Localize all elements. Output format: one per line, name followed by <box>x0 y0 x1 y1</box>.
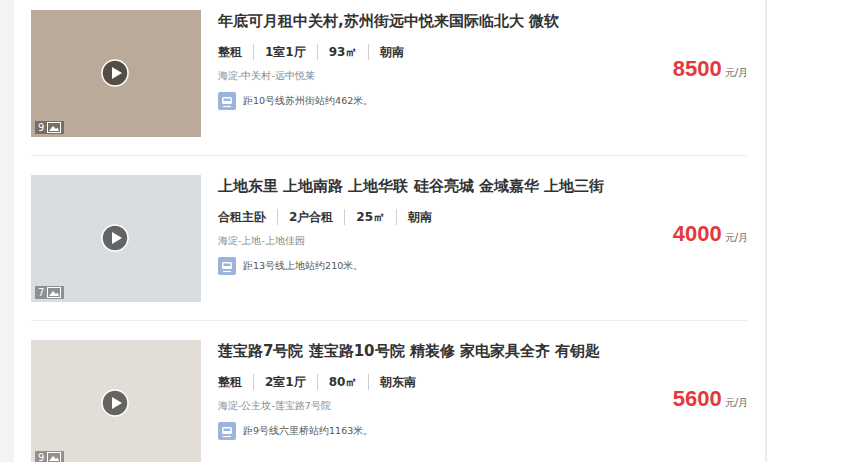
listing-tag: 朝东南 <box>368 374 427 390</box>
listing-price: 5600元/月 <box>673 386 748 412</box>
listing-row[interactable]: 9 莲宝路7号院 莲宝路10号院 精装修 家电家具全齐 有钥匙整租2室1厅80㎡朝… <box>31 321 748 462</box>
subway-info: 距9号线六里桥站约1163米。 <box>218 422 673 440</box>
sidebar <box>767 0 865 462</box>
listing-info: 上地东里 上地南路 上地华联 硅谷亮城 金域嘉华 上地三街合租主卧2户合租25㎡… <box>218 175 673 302</box>
subway-icon <box>218 257 236 275</box>
listing-tag: 1室1厅 <box>253 44 317 60</box>
listing-info: 年底可月租中关村,苏州街远中悦来国际临北大 微软整租1室1厅93㎡朝南海淀-中关… <box>218 10 673 137</box>
listing-tag: 80㎡ <box>317 374 369 390</box>
listing-location[interactable]: 海淀-上地-上地佳园 <box>218 234 673 248</box>
listing-tag: 朝南 <box>368 44 415 60</box>
listing-panel: 9年底可月租中关村,苏州街远中悦来国际临北大 微软整租1室1厅93㎡朝南海淀-中… <box>14 0 765 462</box>
play-icon[interactable] <box>101 389 129 417</box>
listing-info: 莲宝路7号院 莲宝路10号院 精装修 家电家具全齐 有钥匙整租2室1厅80㎡朝东… <box>218 340 673 462</box>
photo-count: 9 <box>35 451 64 462</box>
listing-tag: 93㎡ <box>317 44 369 60</box>
listing-tag: 整租 <box>218 374 253 390</box>
listing-tag: 朝南 <box>396 209 443 225</box>
photo-count-number: 7 <box>38 287 44 298</box>
listing-title[interactable]: 年底可月租中关村,苏州街远中悦来国际临北大 微软 <box>218 11 673 31</box>
photo-count-number: 9 <box>38 452 44 462</box>
listing-tag: 2室1厅 <box>253 374 317 390</box>
listing-tags: 整租1室1厅93㎡朝南 <box>218 44 673 60</box>
listing-price: 4000元/月 <box>673 221 748 247</box>
listing-tag: 整租 <box>218 44 253 60</box>
listing-tag: 合租主卧 <box>218 209 277 225</box>
listing-tag: 2户合租 <box>277 209 344 225</box>
listing-location[interactable]: 海淀-公主坟-莲宝路7号院 <box>218 399 673 413</box>
photo-count-number: 9 <box>38 122 44 133</box>
image-icon <box>47 122 61 133</box>
image-icon <box>47 287 61 298</box>
listing-tags: 整租2室1厅80㎡朝东南 <box>218 374 673 390</box>
price-value: 5600 <box>673 386 722 412</box>
price-unit: 元/月 <box>725 396 748 410</box>
listing-title[interactable]: 莲宝路7号院 莲宝路10号院 精装修 家电家具全齐 有钥匙 <box>218 341 673 361</box>
subway-info: 距13号线上地站约210米。 <box>218 257 673 275</box>
listing-title[interactable]: 上地东里 上地南路 上地华联 硅谷亮城 金域嘉华 上地三街 <box>218 176 673 196</box>
listing-photo[interactable]: 9 <box>31 340 201 462</box>
play-icon[interactable] <box>101 224 129 252</box>
listing-row[interactable]: 7 上地东里 上地南路 上地华联 硅谷亮城 金域嘉华 上地三街合租主卧2户合租25… <box>31 156 748 321</box>
price-unit: 元/月 <box>725 66 748 80</box>
listing-price: 8500元/月 <box>673 56 748 82</box>
photo-count: 7 <box>35 286 64 299</box>
subway-icon <box>218 92 236 110</box>
price-value: 4000 <box>673 221 722 247</box>
subway-distance: 距10号线苏州街站约462米。 <box>243 95 373 108</box>
listing-row[interactable]: 9年底可月租中关村,苏州街远中悦来国际临北大 微软整租1室1厅93㎡朝南海淀-中… <box>31 0 748 156</box>
listing-tags: 合租主卧2户合租25㎡朝南 <box>218 209 673 225</box>
price-unit: 元/月 <box>725 231 748 245</box>
price-value: 8500 <box>673 56 722 82</box>
subway-icon <box>218 422 236 440</box>
subway-distance: 距9号线六里桥站约1163米。 <box>243 425 373 438</box>
subway-info: 距10号线苏州街站约462米。 <box>218 92 673 110</box>
listing-photo[interactable]: 7 <box>31 175 201 302</box>
listing-location[interactable]: 海淀-中关村-远中悦莱 <box>218 69 673 83</box>
listing-tag: 25㎡ <box>344 209 396 225</box>
photo-count: 9 <box>35 121 64 134</box>
listing-photo[interactable]: 9 <box>31 10 201 137</box>
play-icon[interactable] <box>101 59 129 87</box>
subway-distance: 距13号线上地站约210米。 <box>243 260 363 273</box>
image-icon <box>47 452 61 462</box>
